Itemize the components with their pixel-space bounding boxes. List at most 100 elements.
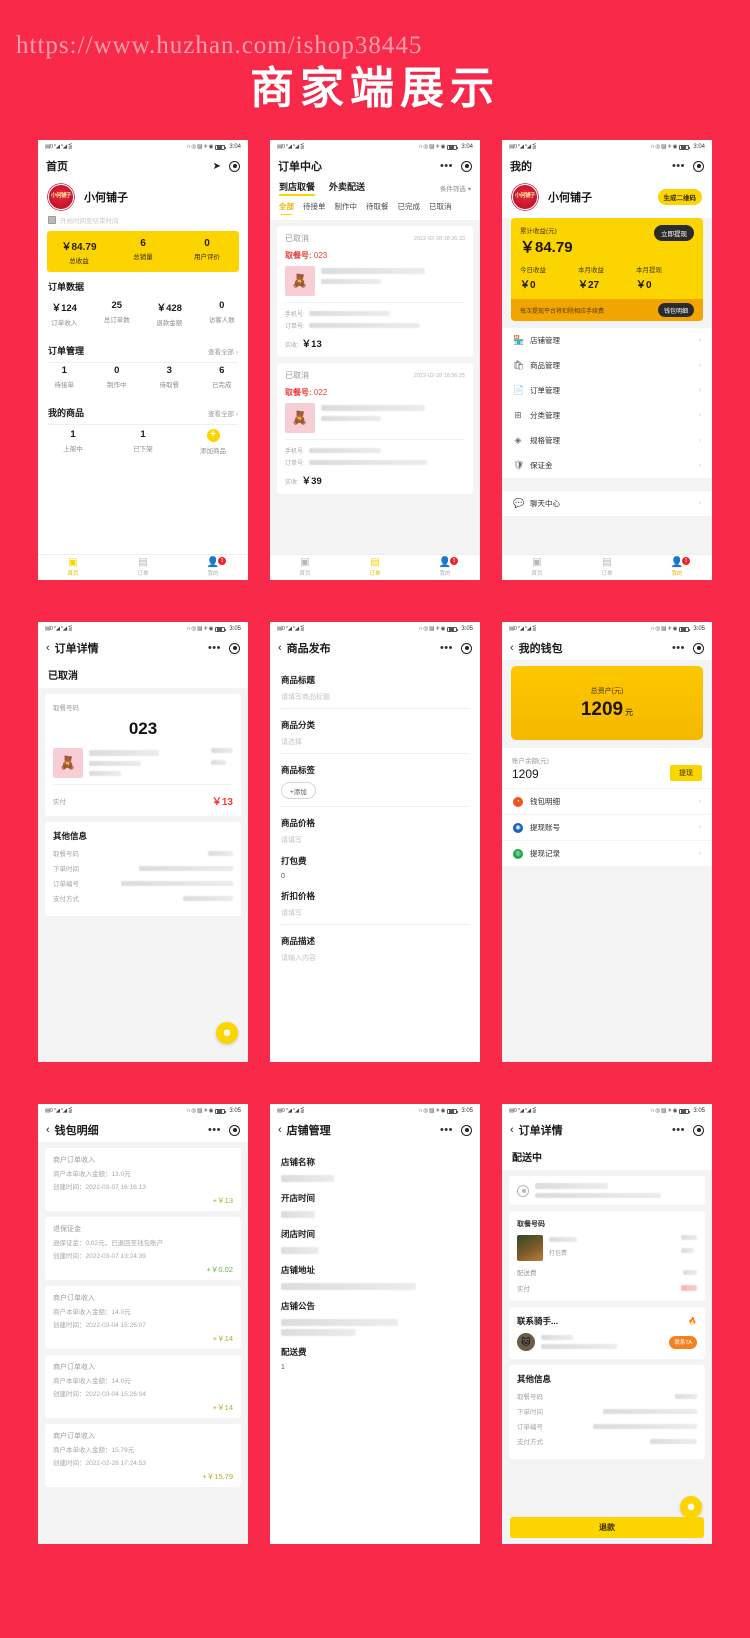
delivery-fee-input[interactable]: 1 (281, 1364, 469, 1371)
tab-delivery[interactable]: 外卖配送 (329, 180, 365, 196)
tab-mine[interactable]: 👤 我的 1 (410, 557, 480, 577)
subtab-pending[interactable]: 待接单 (303, 201, 326, 215)
more-icon[interactable]: ••• (672, 1125, 685, 1135)
more-icon[interactable]: ••• (672, 643, 685, 653)
more-icon[interactable]: ••• (440, 1125, 453, 1135)
menu-item-category[interactable]: ⊞ 分类管理 › (502, 403, 712, 428)
back-icon[interactable]: ‹ (46, 642, 50, 654)
menu-item-deposit[interactable]: 🛡 保证金 › (502, 453, 712, 478)
menu-item-chat[interactable]: 💬 聊天中心 › (502, 491, 712, 516)
address-input-redacted[interactable] (281, 1283, 417, 1290)
more-icon[interactable]: ••• (208, 643, 221, 653)
shop-name-input-redacted[interactable] (281, 1175, 334, 1182)
transaction-row[interactable]: 退保证金 退保证金：0.02元，已退回至钱包账户 创建时间：2022-03-07… (45, 1217, 241, 1280)
order-card[interactable]: 已取消 2022-02-28 18:36:33 取餐号: 023 🧸 手机号: … (277, 226, 473, 357)
back-icon[interactable]: ‹ (46, 1124, 50, 1136)
stat-cell[interactable]: 3 待取餐 (143, 365, 196, 389)
transaction-row[interactable]: 商户订单收入 商户本单收入金额：14.0元 创建时间：2022-03-04 15… (45, 1355, 241, 1418)
subtab-making[interactable]: 制作中 (335, 201, 358, 215)
date-range-text: 开始时间至结束时间 (60, 218, 119, 225)
open-time-input-redacted[interactable] (281, 1211, 315, 1218)
summary-value: 6 (140, 238, 146, 249)
record-icon[interactable] (229, 642, 240, 654)
notice-input-redacted-2[interactable] (281, 1329, 357, 1336)
add-goods-button[interactable]: + 添加商品 (178, 429, 248, 455)
tab-mine[interactable]: 👤 我的 1 (642, 557, 712, 577)
tab-orders[interactable]: ▤ 订单 (340, 558, 410, 578)
notice-input-redacted[interactable] (281, 1319, 398, 1326)
wallet-item-account[interactable]: ◉ 提现账号 › (502, 814, 712, 840)
refund-button[interactable]: 退款 (510, 1517, 704, 1538)
close-time-input-redacted[interactable] (281, 1247, 319, 1254)
pack-fee-input[interactable]: 0 (281, 873, 469, 880)
contact-rider-button[interactable]: 联系TA (669, 1335, 697, 1349)
product-desc-input[interactable]: 请输入内容 (281, 953, 469, 963)
more-icon[interactable]: ••• (440, 643, 453, 653)
subtab-done[interactable]: 已完成 (398, 201, 421, 215)
goods-cell-offshelf[interactable]: 1 已下架 (108, 429, 178, 455)
phone-mockups-grid: ▤0 ⁰◢ ⁰◢ ⋚ ∩ ◎ ▨ ✳ ◉ 3:04 首页 ➤ 小何铺子 小何铺子… (0, 140, 750, 1544)
menu-item-spec[interactable]: ◈ 规格管理 › (502, 428, 712, 453)
delivering-body: 配送中 取餐号码 打包费 配送费 实付 联系骑手... 🔥 🐱 联系TA 其他信… (502, 1142, 712, 1544)
back-icon[interactable]: ‹ (278, 642, 282, 654)
more-icon[interactable]: ••• (440, 161, 453, 171)
more-icon[interactable]: ••• (208, 1125, 221, 1135)
transaction-time-line: 创建时间：2022-03-04 15:26:07 (53, 1322, 146, 1329)
tab-orders[interactable]: ▤ 订单 (572, 558, 642, 578)
record-icon[interactable] (229, 1124, 240, 1136)
transaction-row[interactable]: 商户订单收入 商户本单收入金额：14.0元 创建时间：2022-03-04 15… (45, 1286, 241, 1349)
subtab-waiting[interactable]: 待取餐 (366, 201, 389, 215)
product-price-input[interactable]: 请填写 (281, 835, 469, 845)
view-all-link[interactable]: 查看全部 › (208, 346, 238, 356)
more-icon[interactable]: ••• (672, 161, 685, 171)
record-icon[interactable] (693, 642, 704, 654)
customer-service-icon[interactable]: ☻ (216, 1022, 238, 1044)
transaction-row[interactable]: 商户订单收入 商户本单收入金额：15.79元 创建时间：2022-02-28 1… (45, 1424, 241, 1487)
record-icon[interactable] (693, 1124, 704, 1136)
record-icon[interactable] (693, 160, 704, 172)
goods-cell-onsale[interactable]: 1 上架中 (38, 429, 108, 455)
record-icon[interactable] (461, 642, 472, 654)
add-tag-button[interactable]: +添加 (281, 782, 316, 799)
record-icon[interactable] (229, 160, 240, 172)
product-qty-redacted (89, 771, 122, 776)
generate-qr-button[interactable]: 生成二维码 (657, 189, 702, 205)
transaction-row[interactable]: 商户订单收入 商户本单收入金额：13.0元 创建时间：2022-03-07 16… (45, 1148, 241, 1211)
record-icon[interactable] (461, 1124, 472, 1136)
stat-cell[interactable]: 1 待接单 (38, 365, 91, 389)
wallet-item-record[interactable]: ◎ 提现记录 › (502, 840, 712, 866)
location-icon[interactable]: ➤ (213, 161, 221, 172)
back-icon[interactable]: ‹ (278, 1124, 282, 1136)
product-category-select[interactable]: 请选择 (281, 737, 469, 747)
info-value-redacted (139, 865, 233, 871)
menu-item-order[interactable]: 📄 订单管理 › (502, 378, 712, 403)
menu-item-goods[interactable]: 🛍 商品管理 › (502, 353, 712, 378)
wallet-detail-button[interactable]: 钱包明细 (657, 303, 694, 317)
filter-button[interactable]: 条件筛选 ▾ (440, 183, 471, 193)
withdraw-button[interactable]: 立即提现 (654, 225, 694, 241)
date-range-picker[interactable]: 开始时间至结束时间 (38, 212, 248, 231)
withdraw-button[interactable]: 提现 (670, 765, 702, 781)
menu-item-shop[interactable]: 🏪 店铺管理 › (502, 328, 712, 353)
tab-home[interactable]: ▣ 首页 (502, 558, 572, 578)
order-card[interactable]: 已取消 2022-02-28 18:36:25 取餐号: 022 🧸 手机号: … (277, 363, 473, 494)
discount-price-input[interactable]: 请填写 (281, 908, 469, 918)
transaction-amount: +￥15.79 (202, 1472, 233, 1481)
product-title-input[interactable]: 请填写商品标题 (281, 692, 469, 702)
tab-pickup[interactable]: 到店取餐 (279, 180, 316, 196)
tab-mine[interactable]: 👤 我的 1 (178, 557, 248, 577)
subtab-all[interactable]: 全部 (279, 201, 294, 216)
customer-service-icon[interactable]: ☻ (680, 1496, 702, 1518)
back-icon[interactable]: ‹ (510, 642, 514, 654)
tab-orders[interactable]: ▤ 订单 (108, 558, 178, 578)
back-icon[interactable]: ‹ (510, 1124, 514, 1136)
subtab-cancelled[interactable]: 已取消 (429, 201, 452, 215)
record-icon[interactable] (461, 160, 472, 172)
tab-home[interactable]: ▣ 首页 (270, 558, 340, 578)
stat-cell[interactable]: 6 已完成 (196, 365, 249, 389)
chevron-right-icon: › (698, 500, 701, 507)
view-all-link[interactable]: 查看全部 › (208, 408, 238, 418)
wallet-item-detail[interactable]: ◔ 钱包明细 › (502, 788, 712, 814)
tab-home[interactable]: ▣ 首页 (38, 558, 108, 578)
stat-cell[interactable]: 0 制作中 (91, 365, 144, 389)
